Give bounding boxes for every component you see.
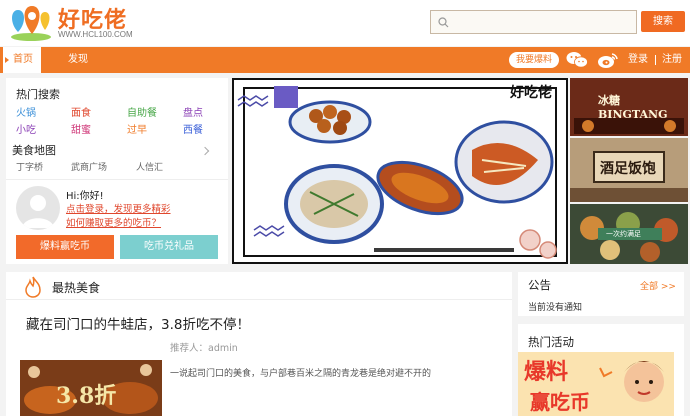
promo-thumb-text: 冰糖BINGTANG <box>598 94 668 121</box>
food-map-title: 美食地图 <box>12 144 56 157</box>
banner-brand: 好吃佬 <box>510 85 552 101</box>
hot-tag[interactable]: 面食 <box>71 104 91 119</box>
activity-title: 热门活动 <box>528 335 574 349</box>
logo-icon[interactable] <box>8 4 54 42</box>
activity-banner-text: 爆料 <box>524 360 569 385</box>
hot-food-header: 最热美食 <box>6 272 512 300</box>
promo-thumb-text: 酒足饭饱 <box>600 161 656 177</box>
promo-thumb[interactable]: 一次约满足 <box>570 204 688 264</box>
login-link[interactable]: 点击登录，发现更多精彩 <box>66 201 171 215</box>
search-icon <box>438 17 449 28</box>
map-item[interactable]: 人信汇 <box>136 160 163 173</box>
earn-coin-link[interactable]: 如何赚取更多的吃币？ <box>66 215 161 229</box>
hot-food-panel: 最热美食 藏在司门口的牛蛙店，3.8折吃不停！ 推荐人：admin 一说起司门口… <box>6 272 512 416</box>
hot-tag[interactable]: 火锅 <box>16 104 36 119</box>
article-summary: 一说起司门口的美食，与户部巷百米之隔的青龙巷是绝对避不开的 <box>170 369 432 379</box>
activity-banner[interactable]: 爆料 赢吃币 <box>518 352 674 416</box>
nav-caret-icon <box>5 57 9 63</box>
site-header: 好吃佬 WWW.HCL100.COM 搜索 <box>0 0 690 46</box>
report-coin-button[interactable]: 爆料赢吃币 <box>16 235 114 259</box>
nav-login[interactable]: 登录 <box>628 47 648 73</box>
search-box[interactable] <box>430 10 637 34</box>
left-panel: 热门搜索 火锅 面食 自助餐 盘点 小吃 甜蜜 过早 西餐 美食地图 丁字桥 武… <box>6 78 228 264</box>
hot-tag[interactable]: 盘点 <box>183 104 203 119</box>
article-author: 推荐人：admin <box>170 343 238 354</box>
main-nav: 首页 发现 我要爆料 登录 注册 <box>0 47 690 73</box>
promo-thumbnails: 冰糖BINGTANG 酒足饭饱 一次约满足 <box>570 78 688 264</box>
hot-tag[interactable]: 甜蜜 <box>71 121 91 136</box>
promo-thumb[interactable]: 冰糖BINGTANG <box>570 78 688 136</box>
flame-icon <box>25 276 41 298</box>
map-item[interactable]: 丁字桥 <box>16 160 43 173</box>
nav-separator <box>655 55 656 65</box>
hot-search-title: 热门搜索 <box>16 88 60 101</box>
user-icon <box>22 195 54 228</box>
promo-thumb[interactable]: 酒足饭饱 <box>570 138 688 202</box>
search-button[interactable]: 搜索 <box>641 11 685 32</box>
notice-all-link[interactable]: 全部 >> <box>640 279 676 292</box>
hot-tag[interactable]: 自助餐 <box>127 104 157 119</box>
main-banner[interactable]: 好吃佬 <box>232 78 568 264</box>
divider <box>6 179 228 180</box>
avatar[interactable] <box>16 186 60 230</box>
map-item[interactable]: 武商广场 <box>71 160 107 173</box>
hot-food-title: 最热美食 <box>52 281 101 295</box>
greeting: Hi:你好! <box>66 191 104 202</box>
hot-tag[interactable]: 西餐 <box>183 121 203 136</box>
nav-discover[interactable]: 发现 <box>68 47 88 73</box>
notice-title: 公告 <box>528 278 551 292</box>
search-input[interactable] <box>455 14 630 30</box>
banner-food-image <box>234 80 566 262</box>
nav-register[interactable]: 注册 <box>662 47 682 73</box>
article-thumbnail[interactable]: 3.8折 <box>20 360 162 416</box>
exchange-gift-button[interactable]: 吃币兑礼品 <box>120 235 218 259</box>
report-button[interactable]: 我要爆料 <box>509 52 559 68</box>
activity-panel: 热门活动 爆料 赢吃币 <box>518 324 684 416</box>
promo-thumb-text: 一次约满足 <box>606 230 641 238</box>
nav-home-label: 首页 <box>13 54 33 65</box>
hot-tag[interactable]: 过早 <box>127 121 147 136</box>
chevron-right-icon[interactable] <box>200 146 210 156</box>
article-thumb-text: 3.8折 <box>56 383 117 409</box>
nav-home[interactable]: 首页 <box>3 47 41 73</box>
notice-panel: 公告 全部 >> 当前没有通知 <box>518 272 684 316</box>
activity-banner-text-2: 赢吃币 <box>530 390 590 414</box>
hot-tag[interactable]: 小吃 <box>16 121 36 136</box>
notice-text: 当前没有通知 <box>528 303 583 313</box>
weibo-icon[interactable] <box>597 51 619 69</box>
logo-url: WWW.HCL100.COM <box>58 30 133 39</box>
wechat-icon[interactable] <box>566 51 588 69</box>
article-title[interactable]: 藏在司门口的牛蛙店，3.8折吃不停！ <box>26 313 250 333</box>
